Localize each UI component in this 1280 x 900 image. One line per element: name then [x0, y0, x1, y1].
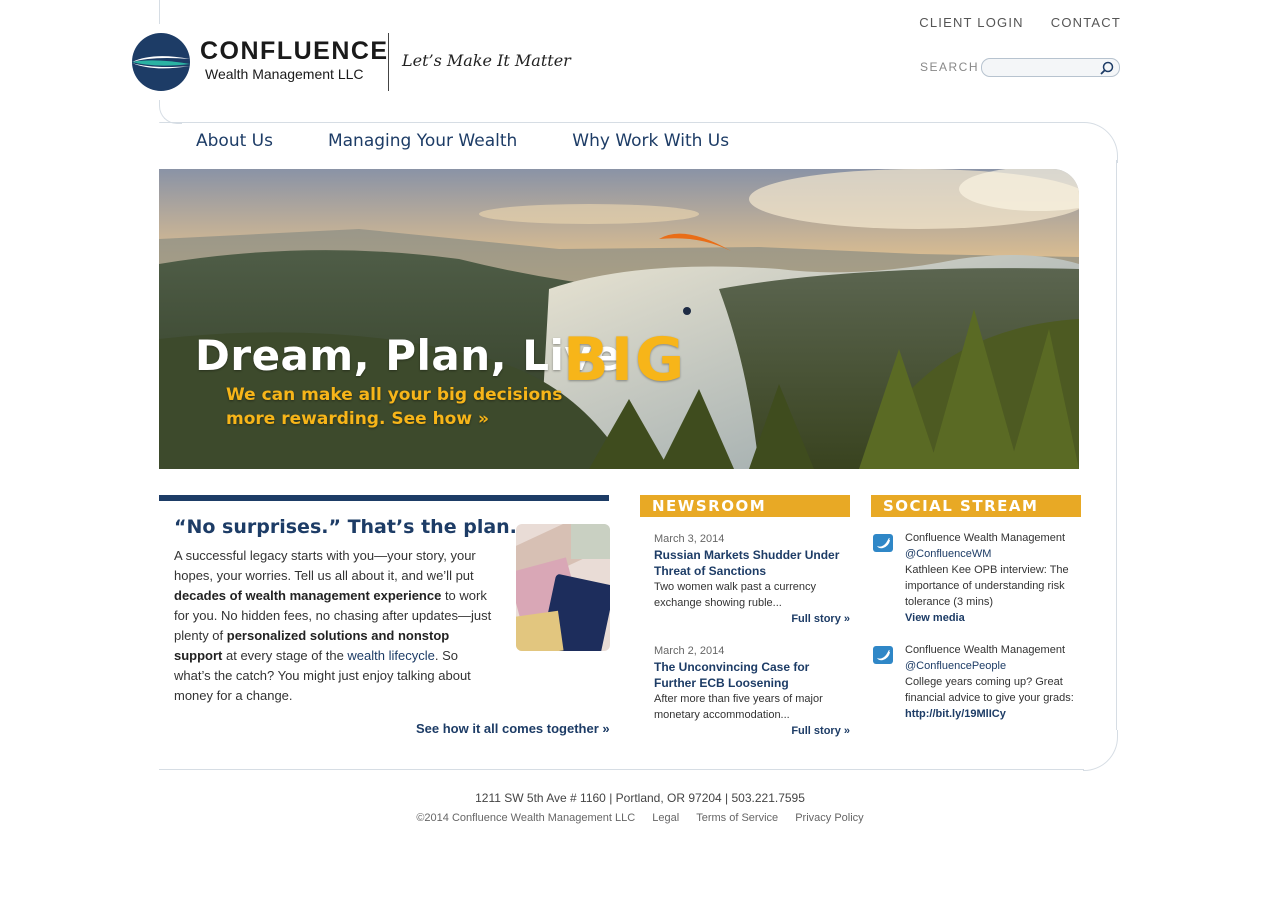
news-summary: Two women walk past a currency exchange … — [654, 581, 817, 609]
currency-passport-image — [516, 524, 610, 651]
frame-line — [159, 0, 160, 24]
social-handle-link[interactable]: @ConfluencePeople — [905, 660, 1006, 672]
social-post: Confluence Wealth Management @Confluence… — [905, 530, 1081, 626]
hero-subtitle-line-1: We can make all your big decisions — [226, 385, 563, 405]
news-title-link[interactable]: Russian Markets Shudder Under Threat of … — [654, 547, 850, 579]
intro-accent-bar — [159, 495, 609, 501]
intro-text: A successful legacy starts with you—your… — [174, 548, 476, 583]
intro-text: at every stage of the — [222, 648, 348, 663]
frame-line — [1116, 160, 1117, 730]
footer-address: 1211 SW 5th Ave # 1160 | Portland, OR 97… — [475, 791, 805, 805]
news-date: March 2, 2014 — [654, 645, 725, 657]
client-login-link[interactable]: CLIENT LOGIN — [919, 15, 1023, 30]
frame-curve — [159, 100, 182, 124]
frame-line — [159, 769, 1084, 770]
hero-title: Dream, Plan, Live — [195, 331, 622, 380]
twitter-icon[interactable] — [873, 534, 893, 552]
logo-icon[interactable] — [131, 32, 191, 92]
newsroom-heading: NEWSROOM — [640, 495, 850, 517]
nav-item-managing-your-wealth[interactable]: Managing Your Wealth — [328, 131, 517, 151]
wealth-lifecycle-link[interactable]: wealth lifecycle — [347, 648, 434, 663]
search-box — [981, 58, 1120, 78]
brand-subtitle: Wealth Management LLC — [205, 66, 364, 82]
brand-divider — [388, 33, 389, 91]
search-input[interactable] — [982, 60, 1100, 78]
footer-links: ©2014 Confluence Wealth Management LLC L… — [0, 812, 1280, 824]
nav-item-why-work-with-us[interactable]: Why Work With Us — [572, 131, 729, 151]
full-story-link[interactable]: Full story » — [654, 723, 850, 739]
news-item: March 2, 2014 The Unconvincing Case for … — [654, 643, 850, 739]
top-nav: CLIENT LOGIN CONTACT — [919, 15, 1121, 30]
view-media-link[interactable]: View media — [905, 612, 965, 624]
contact-link[interactable]: CONTACT — [1051, 15, 1121, 30]
footer-copyright: ©2014 Confluence Wealth Management LLC — [416, 812, 636, 824]
twitter-icon[interactable] — [873, 646, 893, 664]
news-title-link[interactable]: The Unconvincing Case for Further ECB Lo… — [654, 659, 850, 691]
footer-link-terms[interactable]: Terms of Service — [696, 812, 778, 824]
tagline: Let’s Make It Matter — [402, 51, 571, 70]
nav-item-about-us[interactable]: About Us — [196, 131, 273, 151]
social-account: Confluence Wealth Management — [905, 532, 1066, 544]
frame-line — [159, 122, 1084, 123]
social-post: Confluence Wealth Management @Confluence… — [905, 642, 1081, 722]
news-summary: After more than five years of major mone… — [654, 693, 823, 721]
hero-see-how-link[interactable]: more rewarding. See how » — [226, 409, 489, 429]
full-story-link[interactable]: Full story » — [654, 611, 850, 627]
news-item: March 3, 2014 Russian Markets Shudder Un… — [654, 531, 850, 627]
main-nav: About Us Managing Your Wealth Why Work W… — [196, 131, 784, 151]
social-stream-heading: SOCIAL STREAM — [871, 495, 1081, 517]
search-icon[interactable] — [1099, 60, 1115, 76]
footer-link-privacy[interactable]: Privacy Policy — [795, 812, 863, 824]
footer-link-legal[interactable]: Legal — [652, 812, 679, 824]
frame-curve — [1083, 730, 1118, 771]
brand-name: CONFLUENCE — [200, 37, 389, 65]
intro-title: “No surprises.” That’s the plan. — [174, 516, 517, 538]
hero-banner[interactable]: Dream, Plan, Live BIG We can make all yo… — [159, 169, 1079, 469]
search-label: SEARCH — [920, 60, 980, 74]
hero-title-accent: BIG — [563, 325, 687, 395]
social-account: Confluence Wealth Management — [905, 644, 1066, 656]
intro-emphasis: decades of wealth management experience — [174, 588, 442, 603]
frame-curve — [1083, 122, 1118, 163]
social-text: College years coming up? Great financial… — [905, 676, 1074, 704]
bitly-link[interactable]: http://bit.ly/19MlICy — [905, 708, 1006, 720]
social-text: Kathleen Kee OPB interview: The importan… — [905, 564, 1069, 608]
social-handle-link[interactable]: @ConfluenceWM — [905, 548, 991, 560]
news-date: March 3, 2014 — [654, 533, 725, 545]
see-how-it-comes-together-link[interactable]: See how it all comes together » — [416, 721, 610, 736]
intro-body: A successful legacy starts with you—your… — [174, 546, 494, 706]
